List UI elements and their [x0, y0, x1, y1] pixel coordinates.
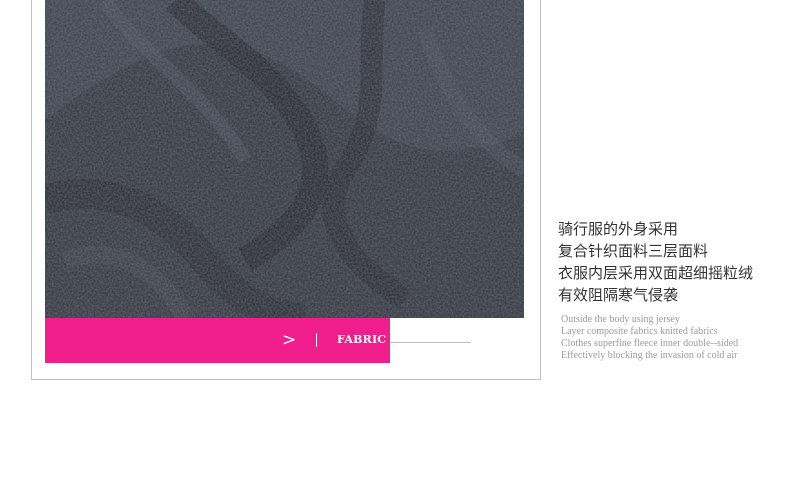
- description-en-line: Outside the body using jersey: [561, 314, 680, 325]
- description-chinese: 骑行服的外身采用 复合针织面料三层面料 衣服内层采用双面超细摇粒绒 有效阻隔寒气…: [558, 218, 753, 306]
- banner-underline: [390, 342, 471, 343]
- fleece-fabric-photo: [45, 0, 524, 318]
- arrow-icon: >: [282, 330, 297, 350]
- fabric-label: FABRIC: [337, 333, 387, 346]
- description-english: Outside the body using jersey Layer comp…: [561, 314, 738, 362]
- description-cn-line: 衣服内层采用双面超细摇粒绒: [558, 264, 754, 282]
- description-en-line: Layer composite fabrics knitted fabrics: [561, 326, 718, 337]
- banner-divider: [316, 333, 317, 347]
- description-en-line: Clothes superfine fleece inner double--s…: [561, 338, 739, 349]
- description-cn-line: 有效阻隔寒气侵袭: [558, 286, 679, 304]
- description-cn-line: 骑行服的外身采用: [558, 220, 679, 238]
- description-en-line: Effectively blocking the invasion of col…: [561, 350, 738, 361]
- description-cn-line: 复合针织面料三层面料: [558, 242, 709, 260]
